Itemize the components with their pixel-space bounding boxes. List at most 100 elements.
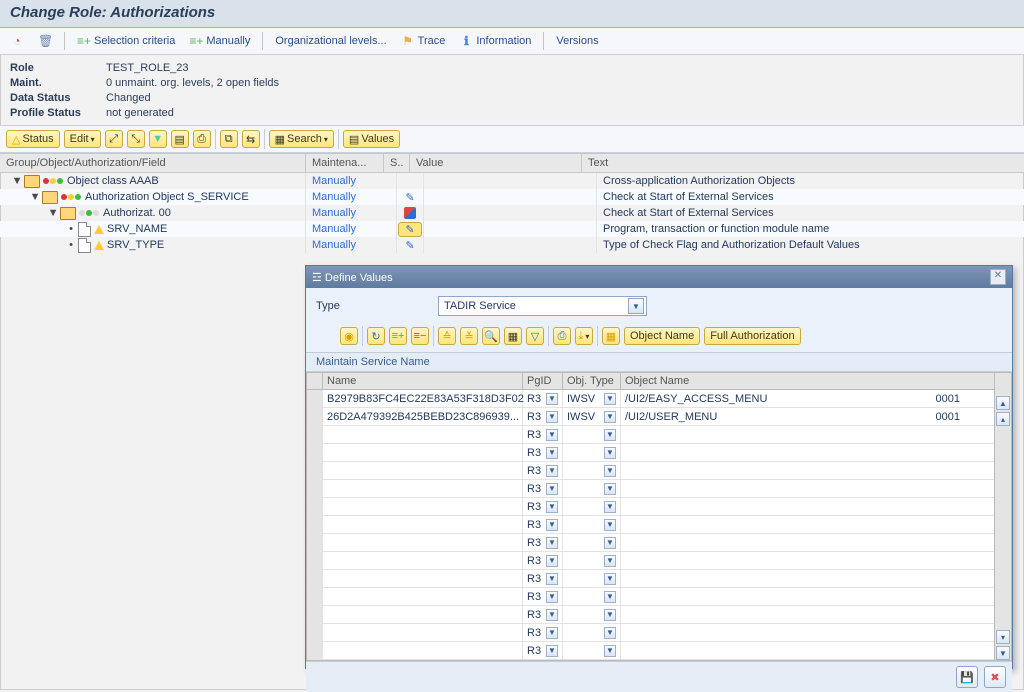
table-row[interactable]: R3▼▼ <box>307 552 994 570</box>
save-button[interactable]: ◔ <box>6 32 28 50</box>
objname-cell[interactable] <box>621 498 994 515</box>
org-levels-button[interactable]: Organizational levels... <box>271 33 390 49</box>
pgid-cell[interactable]: R3▼ <box>523 498 563 515</box>
collapse-button[interactable]: ⤡ <box>127 130 145 148</box>
objtype-cell[interactable]: ▼ <box>563 624 621 641</box>
row-selector[interactable] <box>307 570 323 587</box>
table-row[interactable]: B2979B83FC4EC22E83A53F318D3F02R3▼IWSV▼/U… <box>307 390 994 408</box>
objname-cell[interactable] <box>621 516 994 533</box>
dialog-scrollbar[interactable]: ▲ ▴ ▾ ▼ <box>995 372 1012 661</box>
name-cell[interactable] <box>323 462 523 479</box>
objtype-cell[interactable]: ▼ <box>563 444 621 461</box>
object-name-button[interactable]: Object Name <box>624 327 700 345</box>
dropdown-icon[interactable]: ▼ <box>604 483 616 495</box>
close-icon[interactable]: ✕ <box>990 269 1006 285</box>
values-button[interactable]: ▤Values <box>343 130 400 148</box>
dropdown-icon[interactable]: ▼ <box>604 465 616 477</box>
table-row[interactable]: R3▼▼ <box>307 426 994 444</box>
objname-cell[interactable] <box>621 624 994 641</box>
table-row[interactable]: 26D2A479392B425BEBD23C896939...R3▼IWSV▼/… <box>307 408 994 426</box>
flag-cell[interactable]: ✎ <box>397 221 424 237</box>
doc-button[interactable]: ▤ <box>171 130 189 148</box>
name-cell[interactable] <box>323 534 523 551</box>
objtype-cell[interactable]: ▼ <box>563 606 621 623</box>
name-cell[interactable] <box>323 426 523 443</box>
trace-button[interactable]: ⚑Trace <box>397 32 450 50</box>
sort-desc-button[interactable]: ≚ <box>460 327 478 345</box>
tree-row[interactable]: •SRV_TYPEManually✎Type of Check Flag and… <box>0 237 1024 253</box>
status-button[interactable]: △Status <box>6 130 60 148</box>
layout-button[interactable]: ▦ <box>504 327 522 345</box>
delete-button[interactable]: 🗑 <box>34 32 56 50</box>
pgid-cell[interactable]: R3▼ <box>523 570 563 587</box>
pgid-cell[interactable]: R3▼ <box>523 624 563 641</box>
objname-cell[interactable] <box>621 462 994 479</box>
dropdown-icon[interactable]: ▼ <box>546 447 558 459</box>
name-cell[interactable]: 26D2A479392B425BEBD23C896939... <box>323 408 523 425</box>
twisty-icon[interactable]: ▼ <box>30 192 40 202</box>
objname-cell[interactable] <box>621 534 994 551</box>
maint-cell[interactable]: Manually <box>306 237 397 253</box>
table-row[interactable]: R3▼▼ <box>307 624 994 642</box>
dropdown-icon[interactable]: ▼ <box>546 573 558 585</box>
tree-row[interactable]: •SRV_NAMEManually✎Program, transaction o… <box>0 221 1024 237</box>
row-selector[interactable] <box>307 462 323 479</box>
col-maint-header[interactable]: Maintena... <box>306 154 384 172</box>
dropdown-icon[interactable]: ▼ <box>604 591 616 603</box>
insert-row-button[interactable]: ≡+ <box>389 327 407 345</box>
objtype-cell[interactable]: ▼ <box>563 534 621 551</box>
value-cell[interactable] <box>424 173 597 189</box>
dropdown-icon[interactable]: ▼ <box>604 555 616 567</box>
selection-criteria-button[interactable]: ≡+Selection criteria <box>73 32 179 50</box>
name-cell[interactable] <box>323 606 523 623</box>
filter-button[interactable]: ▽ <box>526 327 544 345</box>
information-button[interactable]: ℹInformation <box>455 32 535 50</box>
flag-cell[interactable] <box>397 205 424 221</box>
copy-button[interactable]: ⧉ <box>220 130 238 148</box>
edit-button[interactable]: Edit▾ <box>64 130 101 148</box>
dropdown-icon[interactable]: ▼ <box>604 627 616 639</box>
objname-cell[interactable]: /UI2/EASY_ACCESS_MENU0001 <box>621 390 994 407</box>
maint-cell[interactable]: Manually <box>306 189 397 205</box>
sort-asc-button[interactable]: ≙ <box>438 327 456 345</box>
objname-cell[interactable] <box>621 444 994 461</box>
pgid-cell[interactable]: R3▼ <box>523 516 563 533</box>
grid-view-button[interactable]: ▦ <box>602 327 620 345</box>
flag-cell[interactable] <box>397 173 424 189</box>
dropdown-icon[interactable]: ▼ <box>604 501 616 513</box>
objtype-cell[interactable]: ▼ <box>563 588 621 605</box>
objname-cell[interactable] <box>621 606 994 623</box>
dropdown-icon[interactable]: ▼ <box>546 627 558 639</box>
row-selector[interactable] <box>307 534 323 551</box>
dropdown-icon[interactable]: ▼ <box>604 573 616 585</box>
cancel-button[interactable]: ✖ <box>984 666 1006 688</box>
table-row[interactable]: R3▼▼ <box>307 534 994 552</box>
objtype-cell[interactable]: ▼ <box>563 642 621 659</box>
row-selector[interactable] <box>307 408 323 425</box>
name-cell[interactable] <box>323 642 523 659</box>
dropdown-icon[interactable]: ▼ <box>546 393 558 405</box>
table-row[interactable]: R3▼▼ <box>307 462 994 480</box>
search-button[interactable]: ▦Search▾ <box>269 130 334 148</box>
objname-cell[interactable] <box>621 552 994 569</box>
row-selector[interactable] <box>307 624 323 641</box>
tree-row[interactable]: ▼Object class AAABManuallyCross-applicat… <box>0 173 1024 189</box>
scroll-up-icon[interactable]: ▴ <box>996 412 1010 426</box>
objname-cell[interactable] <box>621 588 994 605</box>
name-cell[interactable]: B2979B83FC4EC22E83A53F318D3F02 <box>323 390 523 407</box>
value-cell[interactable] <box>424 221 597 237</box>
pgid-cell[interactable]: R3▼ <box>523 534 563 551</box>
merge-button[interactable]: ⇆ <box>242 130 260 148</box>
scroll-down-icon[interactable]: ▾ <box>996 630 1010 644</box>
dropdown-icon[interactable]: ▼ <box>546 609 558 621</box>
table-row[interactable]: R3▼▼ <box>307 588 994 606</box>
table-row[interactable]: R3▼▼ <box>307 642 994 660</box>
row-selector[interactable] <box>307 516 323 533</box>
row-selector[interactable] <box>307 444 323 461</box>
objname-cell[interactable]: /UI2/USER_MENU0001 <box>621 408 994 425</box>
dropdown-icon[interactable]: ▼ <box>604 393 616 405</box>
twisty-icon[interactable]: ▼ <box>12 176 22 186</box>
maint-cell[interactable]: Manually <box>306 205 397 221</box>
pgid-cell[interactable]: R3▼ <box>523 408 563 425</box>
dropdown-icon[interactable]: ▼ <box>604 609 616 621</box>
